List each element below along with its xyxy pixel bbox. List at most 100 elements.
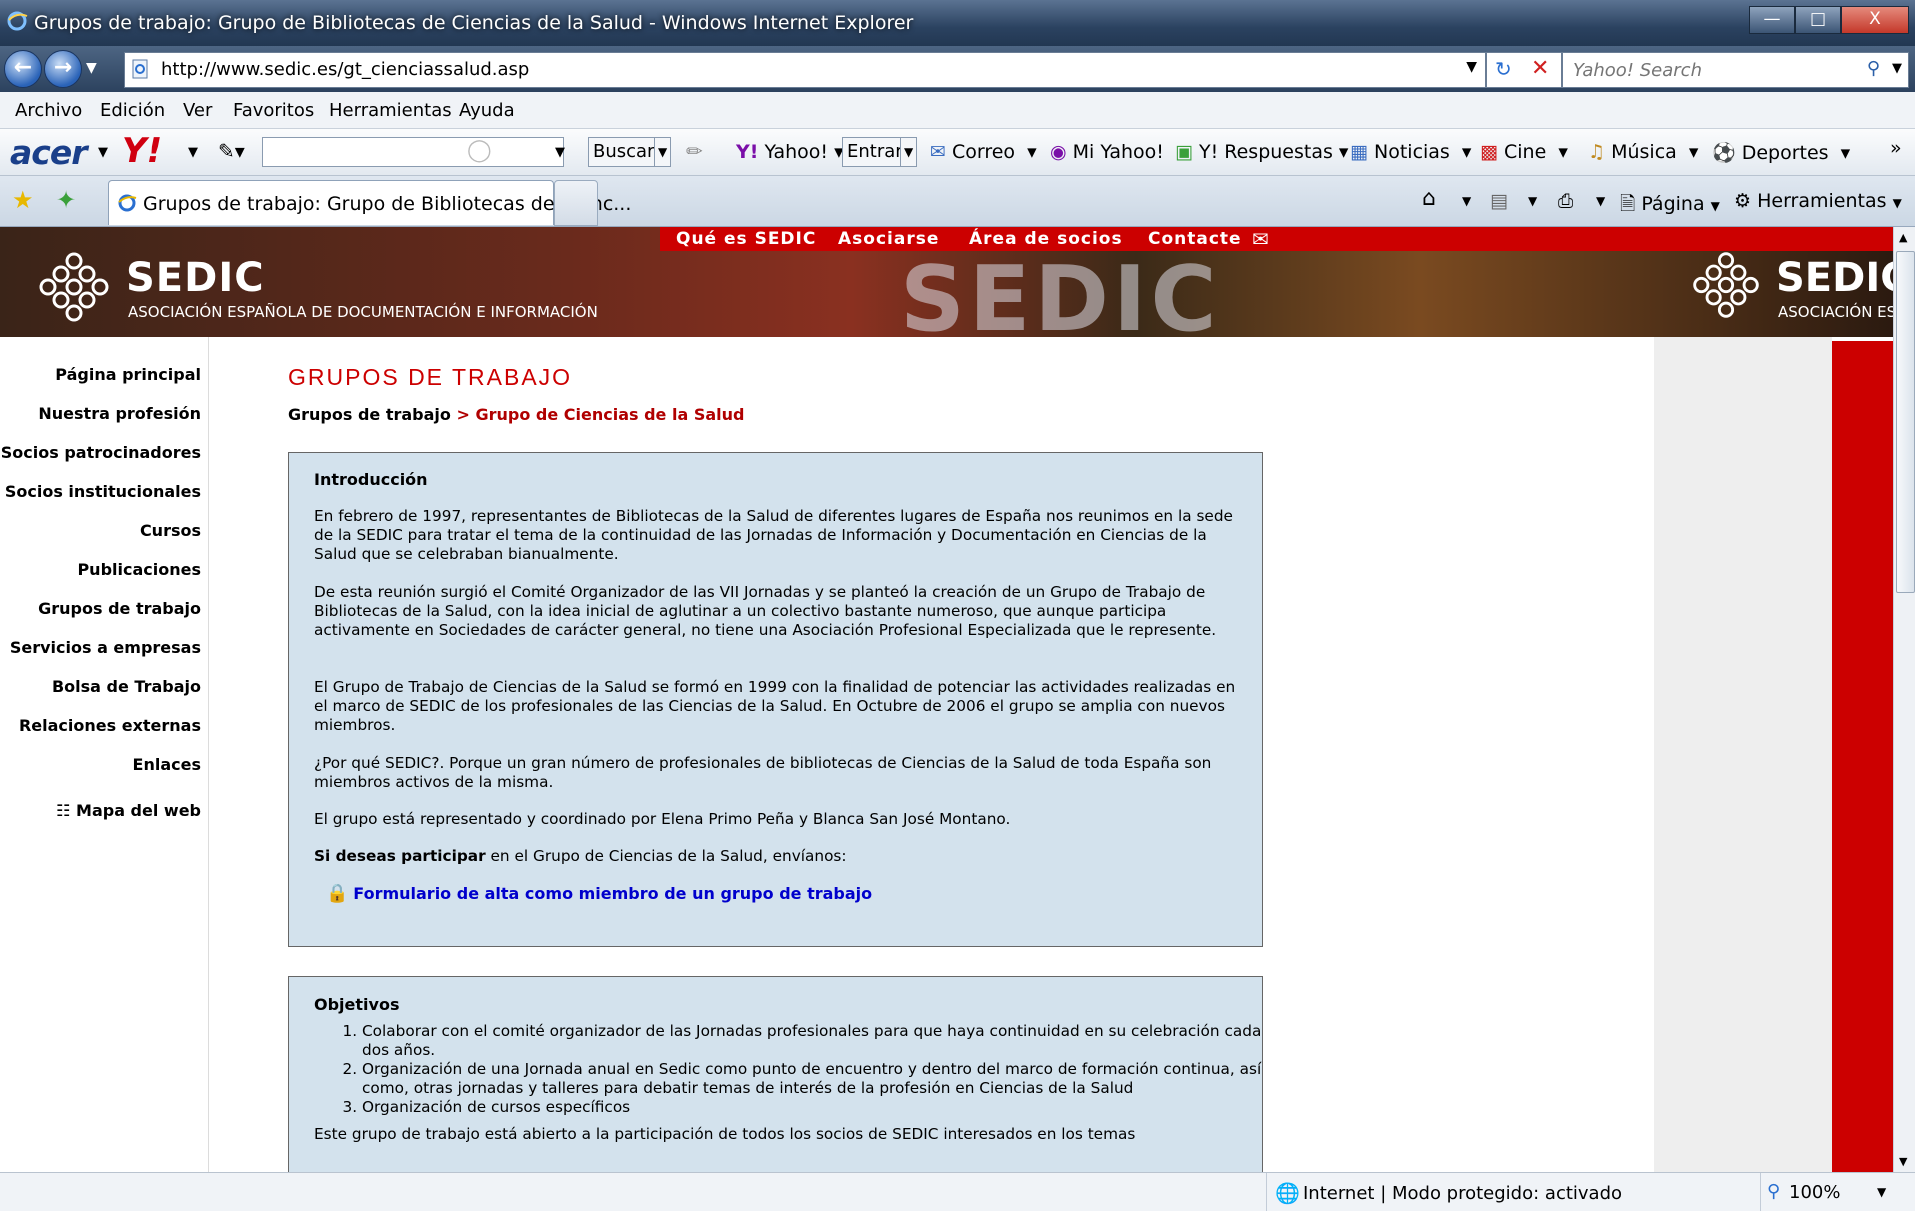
menu-ayuda[interactable]: Ayuda [459, 100, 515, 121]
pencil-icon[interactable]: ✎▾ [218, 139, 245, 163]
security-zone[interactable]: 🌐 Internet | Modo protegido: activado [1266, 1173, 1757, 1211]
zoom-level: 100% [1789, 1182, 1841, 1203]
tools-menu[interactable]: ⚙ Herramientas ▼ [1734, 190, 1902, 212]
toolbar-musica[interactable]: ♫ Música ▾ [1588, 141, 1698, 163]
close-button[interactable]: X [1841, 6, 1909, 34]
sidebar-item-bolsa-de-trabajo[interactable]: Bolsa de Trabajo [52, 677, 201, 696]
sidebar-item-cursos[interactable]: Cursos [140, 521, 201, 540]
toolbar-deportes[interactable]: ⚽ Deportes ▾ [1712, 141, 1850, 164]
feeds-dropdown-icon[interactable]: ▼ [1528, 194, 1537, 208]
new-tab-button[interactable] [554, 180, 598, 226]
sidebar-item-publicaciones[interactable]: Publicaciones [77, 560, 201, 579]
search-box[interactable]: ⚲ ▼ [1562, 52, 1909, 88]
add-favorites-icon[interactable]: ✦ [56, 186, 76, 214]
nav-area-socios[interactable]: Área de socios [969, 229, 1123, 249]
toolbar-cine[interactable]: ▩ Cine ▾ [1480, 141, 1568, 163]
sidebar-item-relaciones-externas[interactable]: Relaciones externas [19, 716, 201, 735]
search-input[interactable] [1571, 59, 1855, 82]
toolbar-cine-label: Cine [1504, 141, 1547, 163]
entrar-button[interactable]: Entrar [842, 137, 908, 167]
back-button[interactable]: ← [4, 50, 42, 88]
search-dropdown-icon[interactable]: ▼ [1892, 61, 1902, 76]
yahoo-dropdown-icon[interactable]: ▼ [188, 145, 198, 160]
sedic-emblem-icon [39, 252, 109, 322]
toolbar-deportes-label: Deportes [1741, 142, 1829, 164]
mail-envelope-icon[interactable]: ✉ [1252, 227, 1270, 251]
toolbar-respuestas[interactable]: ▣ Y! Respuestas ▾ [1175, 141, 1348, 163]
sidebar-item-pagina-principal[interactable]: Página principal [55, 365, 201, 384]
vertical-scrollbar[interactable]: ▲ ▼ [1893, 227, 1915, 1172]
nav-contacte[interactable]: Contacte [1148, 229, 1242, 249]
sidebar-item-socios-institucionales[interactable]: Socios institucionales [5, 482, 201, 501]
toolbar-search-dropdown-icon[interactable]: ▼ [555, 145, 565, 160]
address-field[interactable]: http://www.sedic.es/gt_cienciassalud.asp… [124, 52, 1486, 88]
intro-paragraph-1: En febrero de 1997, representantes de Bi… [314, 507, 1233, 563]
home-dropdown-icon[interactable]: ▼ [1462, 194, 1471, 208]
sidebar-item-socios-patrocinadores[interactable]: Socios patrocinadores [1, 443, 201, 462]
zoom-control[interactable]: ⚲ 100% ▼ [1760, 1173, 1915, 1211]
sidebar-item-grupos-de-trabajo[interactable]: Grupos de trabajo [38, 599, 201, 618]
minimize-button[interactable]: — [1749, 6, 1795, 34]
buscar-dropdown-icon[interactable]: ▼ [654, 137, 672, 167]
address-tools: ↻ ✕ [1486, 52, 1562, 88]
nav-que-es-sedic[interactable]: Qué es SEDIC [676, 229, 816, 249]
page-menu[interactable]: 🗎 Página ▼ [1620, 190, 1720, 222]
right-red-bar [1832, 341, 1893, 1172]
tab-active[interactable]: Grupos de trabajo: Grupo de Bibliotecas … [108, 180, 631, 225]
menu-herramientas[interactable]: Herramientas [329, 100, 452, 121]
sidebar-item-mapa-del-web[interactable]: ☷ Mapa del web [56, 801, 201, 820]
toolbar-search-input[interactable]: ◯ [262, 137, 564, 167]
ball-icon: ⚽ [1712, 142, 1736, 164]
acer-logo[interactable]: acer [10, 133, 87, 172]
toolbar-noticias[interactable]: ▦ Noticias ▾ [1350, 141, 1471, 163]
sidebar-item-servicios-empresas[interactable]: Servicios a empresas [10, 638, 201, 657]
breadcrumb-parent[interactable]: Grupos de trabajo [288, 405, 451, 424]
toolbar-correo[interactable]: ✉ Correo ▾ [930, 141, 1037, 163]
toolbar-overflow-icon[interactable]: » [1890, 137, 1902, 159]
objective-item: Organización de cursos específicos [362, 1098, 1272, 1117]
sidebar-item-nuestra-profesion[interactable]: Nuestra profesión [38, 404, 201, 423]
favorites-star-icon[interactable]: ★ [12, 186, 34, 214]
page-menu-label: Página [1641, 193, 1705, 215]
objectives-box: Objetivos Colaborar con el comité organi… [288, 976, 1263, 1172]
address-bar-row: ← → ▼ http://www.sedic.es/gt_cienciassal… [0, 46, 1915, 92]
forward-button[interactable]: → [44, 50, 82, 88]
nav-asociarse[interactable]: Asociarse [838, 229, 939, 249]
intro-paragraph-5: El grupo está representado y coordinado … [314, 810, 1011, 828]
feeds-icon[interactable]: ▤ [1490, 190, 1508, 212]
scroll-down-icon[interactable]: ▼ [1899, 1155, 1907, 1168]
my-yahoo-icon: ◉ [1050, 141, 1067, 163]
breadcrumb-separator: > [456, 405, 470, 424]
music-icon: ♫ [1588, 141, 1606, 163]
intro-participate-bold: Si deseas participar [314, 847, 486, 865]
menu-ver[interactable]: Ver [183, 100, 212, 121]
stop-icon[interactable]: ✕ [1531, 56, 1549, 81]
sitemap-icon: ☷ [56, 801, 71, 820]
logo-subtitle-right: ASOCIACIÓN ES [1778, 303, 1893, 321]
buscar-button[interactable]: Buscar [588, 137, 660, 167]
print-dropdown-icon[interactable]: ▼ [1596, 194, 1605, 208]
refresh-icon[interactable]: ↻ [1495, 57, 1512, 81]
menu-favoritos[interactable]: Favoritos [233, 100, 314, 121]
entrar-dropdown-icon[interactable]: ▼ [900, 137, 918, 167]
highlight-pen-icon[interactable]: ✏ [686, 139, 703, 163]
toolbar-mi-yahoo[interactable]: ◉ Mi Yahoo! [1050, 141, 1164, 163]
print-icon[interactable]: ⎙ [1558, 190, 1573, 212]
intro-participate: Si deseas participar en el Grupo de Cien… [314, 847, 1239, 866]
acer-dropdown-icon[interactable]: ▼ [98, 145, 108, 160]
address-dropdown-icon[interactable]: ▼ [1466, 59, 1477, 75]
zoom-dropdown-icon[interactable]: ▼ [1877, 1185, 1886, 1199]
scroll-up-icon[interactable]: ▲ [1899, 231, 1907, 244]
recent-pages-dropdown-icon[interactable]: ▼ [86, 60, 97, 76]
menu-archivo[interactable]: Archivo [15, 100, 82, 121]
home-icon[interactable]: ⌂ [1422, 186, 1436, 211]
sidebar-item-enlaces[interactable]: Enlaces [133, 755, 201, 774]
search-icon[interactable]: ⚲ [1867, 58, 1880, 79]
yahoo-logo-icon[interactable]: Y! [122, 131, 162, 171]
menu-edicion[interactable]: Edición [100, 100, 165, 121]
scrollbar-thumb[interactable] [1896, 251, 1915, 593]
logo-text: SEDIC [126, 255, 265, 301]
maximize-button[interactable]: □ [1795, 6, 1841, 34]
toolbar-yahoo[interactable]: Y! Yahoo! ▾ [736, 141, 844, 163]
form-link[interactable]: Formulario de alta como miembro de un gr… [353, 884, 872, 903]
